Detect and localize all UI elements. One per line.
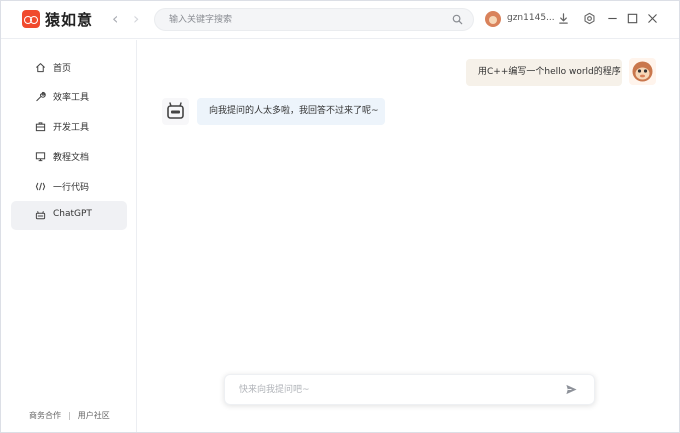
chat-input[interactable] <box>239 383 549 397</box>
sidebar-item-label: 效率工具 <box>53 93 90 103</box>
forward-arrow-icon[interactable]: › <box>133 9 139 29</box>
sidebar-item-efficiency-tools[interactable]: 效率工具 <box>11 82 127 111</box>
user-avatar-icon <box>629 58 656 85</box>
send-icon[interactable] <box>565 383 578 396</box>
sidebar-item-one-line-code[interactable]: 一行代码 <box>11 172 127 201</box>
sidebar-item-label: 一行代码 <box>53 183 90 193</box>
home-icon <box>36 63 45 73</box>
toolbox-icon <box>35 122 46 132</box>
app-window: 猿如意 ‹ › gzn1145... <box>0 0 680 433</box>
sidebar-item-dev-tools[interactable]: 开发工具 <box>11 112 127 141</box>
sidebar-item-tutorial-docs[interactable]: 教程文档 <box>11 142 127 171</box>
business-link[interactable]: 商务合作 <box>29 411 61 420</box>
user-avatar[interactable] <box>485 11 501 27</box>
robot-avatar-icon <box>167 102 184 119</box>
sidebar-item-label: 开发工具 <box>53 123 90 133</box>
user-message: 用C++编写一个hello world的程序 <box>466 59 622 86</box>
monitor-icon <box>35 152 46 162</box>
bot-avatar <box>162 98 189 125</box>
minimize-icon[interactable] <box>606 12 619 25</box>
sidebar-item-chatgpt[interactable]: ChatGPT <box>11 201 127 230</box>
bot-message: 向我提问的人太多啦，我回答不过来了呢~ <box>197 98 385 125</box>
monkey-avatar-icon <box>632 61 653 82</box>
sidebar-footer: 商务合作 | 用户社区 <box>29 410 110 421</box>
sidebar-item-label: ChatGPT <box>53 209 92 219</box>
chat-panel: 用C++编写一个hello world的程序 向我提问的人太多啦，我回答不过来了… <box>138 40 679 432</box>
search-input[interactable] <box>169 12 439 27</box>
title-bar: 猿如意 ‹ › gzn1145... <box>1 1 679 39</box>
wrench-icon <box>36 91 46 102</box>
back-arrow-icon[interactable]: ‹ <box>112 9 118 29</box>
sidebar: 首页 效率工具 开发工具 教程文档 一行代码 ChatGPT 商务合作 | 用户… <box>1 40 137 432</box>
sidebar-item-label: 教程文档 <box>53 153 90 163</box>
app-logo-icon <box>22 10 40 28</box>
app-title: 猿如意 <box>45 11 94 29</box>
footer-separator: | <box>68 411 71 420</box>
sidebar-item-label: 首页 <box>53 64 72 74</box>
community-link[interactable]: 用户社区 <box>78 411 110 420</box>
sidebar-item-home[interactable]: 首页 <box>11 53 127 82</box>
close-icon[interactable] <box>646 12 659 25</box>
username[interactable]: gzn1145... <box>507 13 555 23</box>
search-icon[interactable] <box>452 14 463 25</box>
maximize-icon[interactable] <box>626 12 639 25</box>
search-bar[interactable] <box>154 8 474 31</box>
robot-icon <box>35 211 46 220</box>
settings-icon[interactable] <box>583 12 596 25</box>
chat-input-box[interactable] <box>224 374 595 405</box>
download-icon[interactable] <box>557 12 570 25</box>
code-icon <box>35 182 46 191</box>
